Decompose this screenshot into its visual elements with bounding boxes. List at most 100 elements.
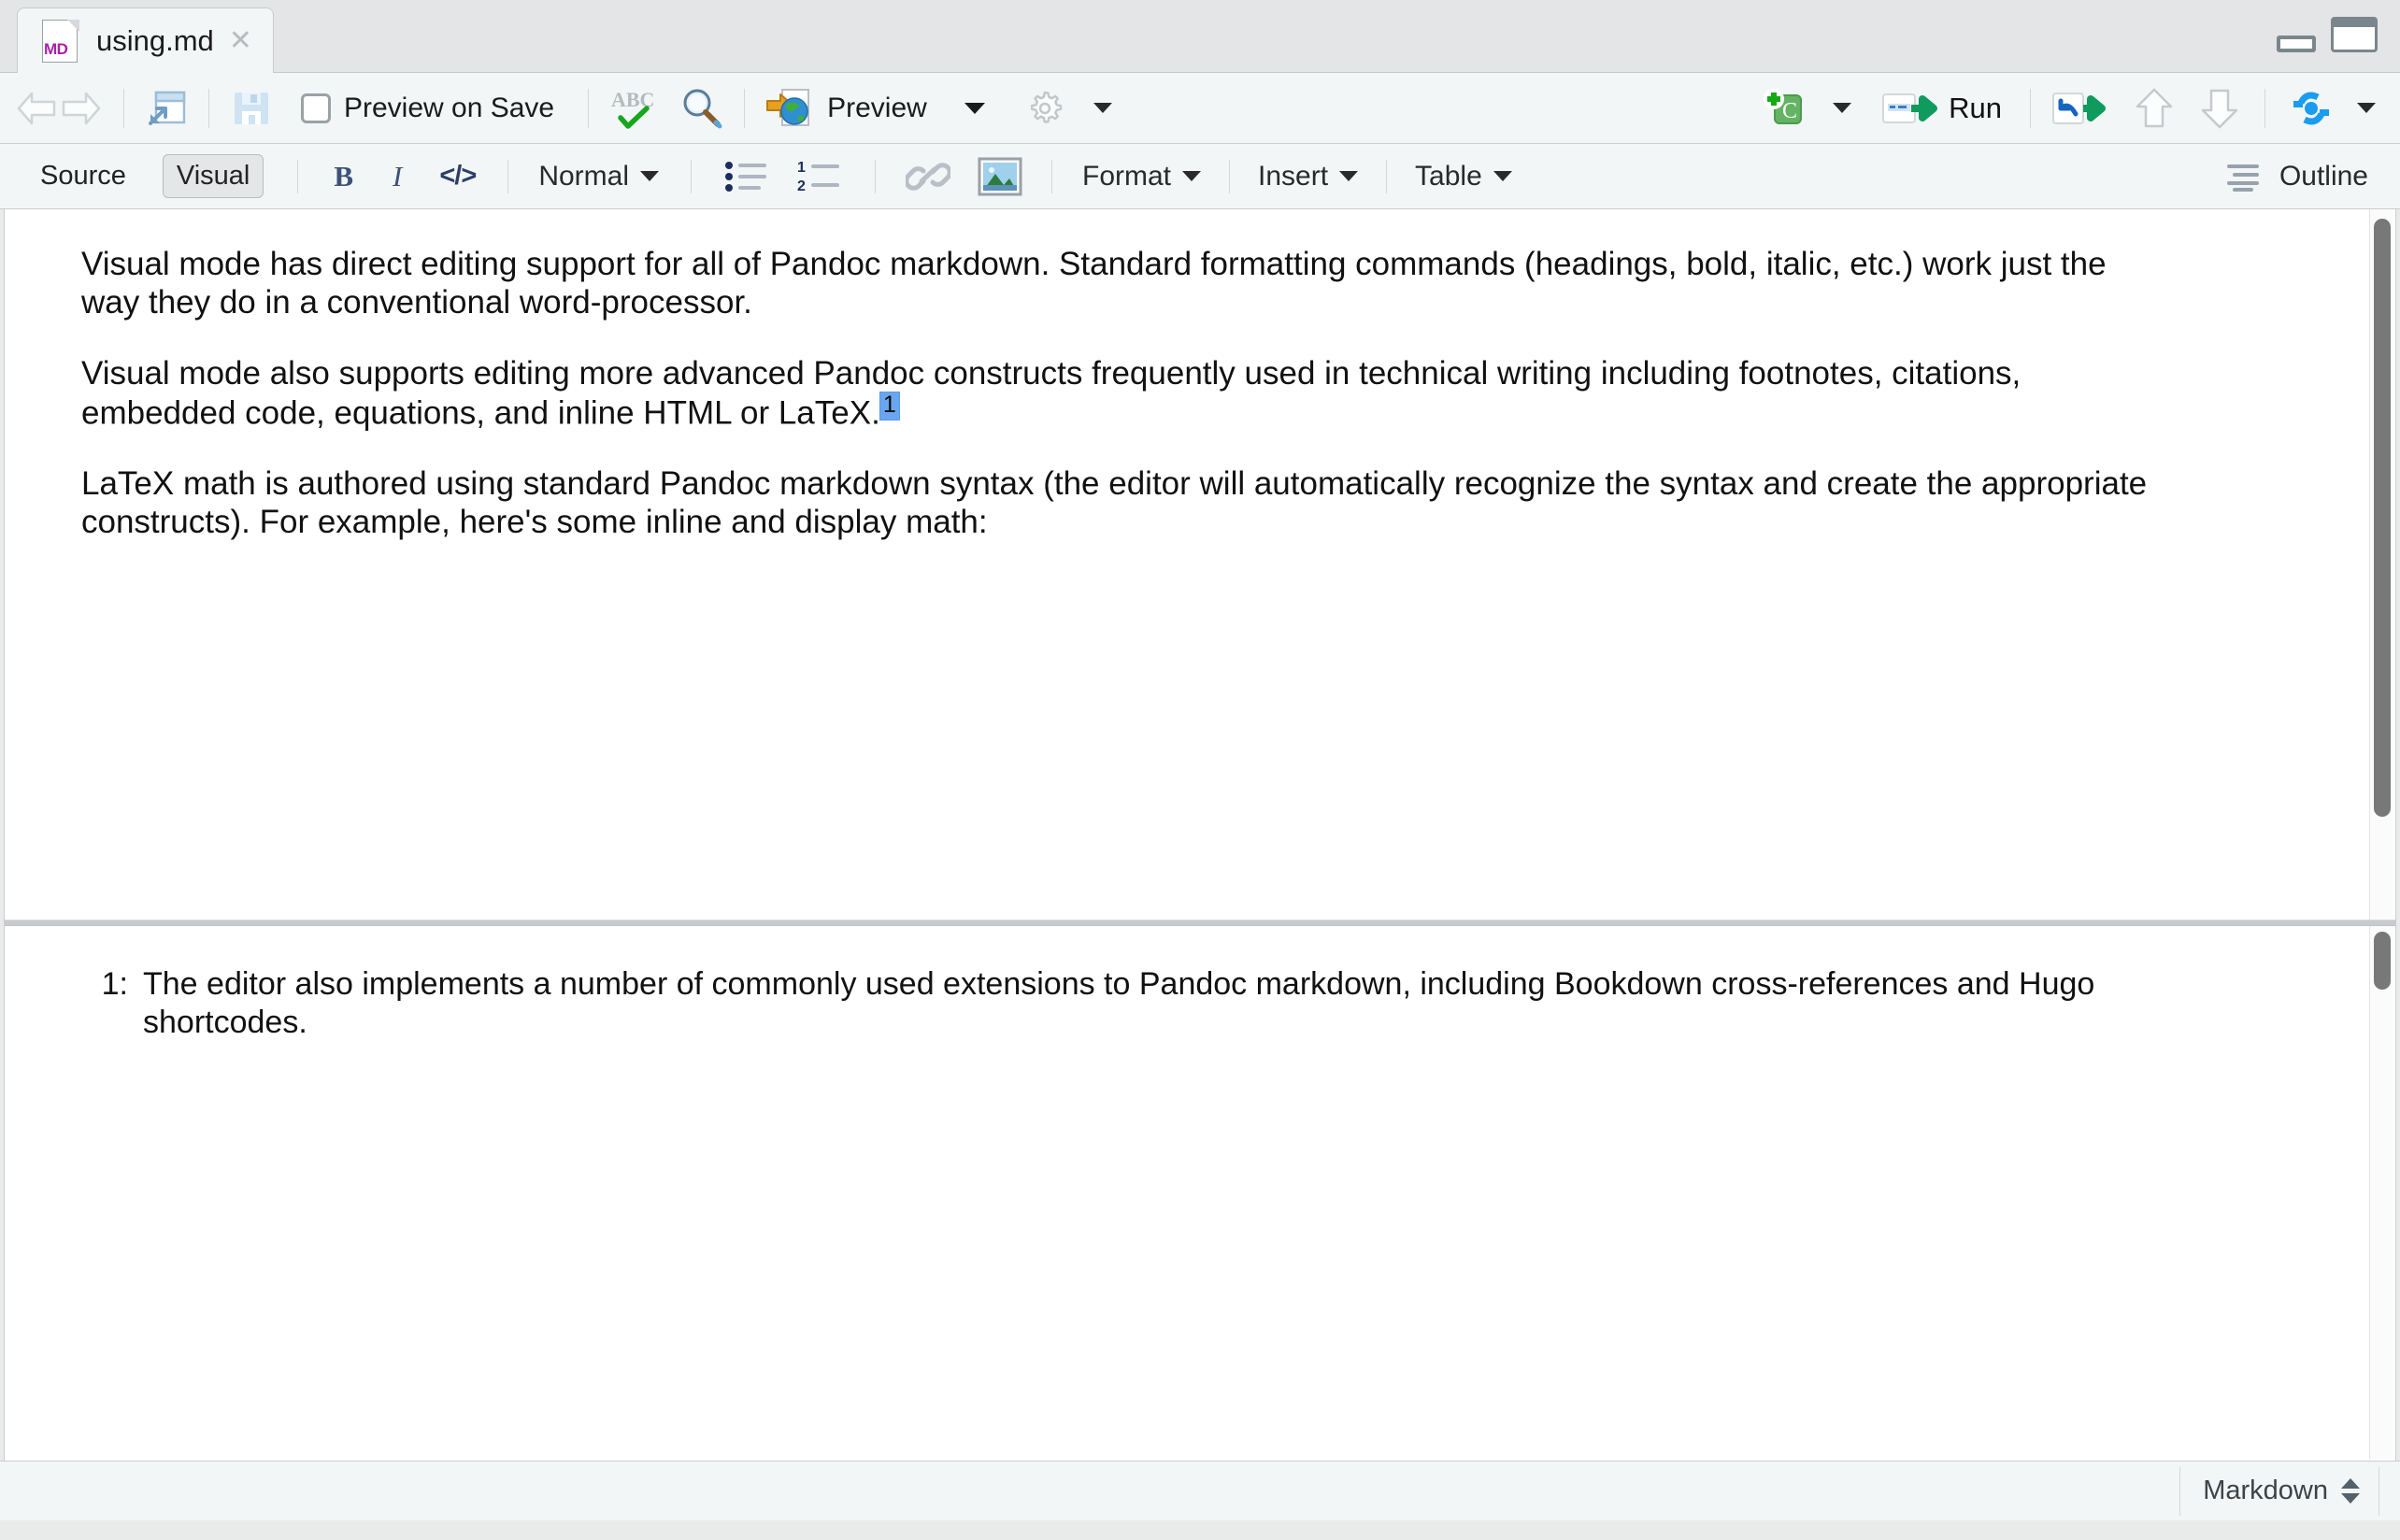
paragraph-2: Visual mode also supports editing more a… [81,354,2165,433]
run-next-chunk-icon [2199,86,2240,131]
paragraph-1: Visual mode has direct editing support f… [81,246,2107,321]
toolbar-separator [875,159,876,193]
paragraph-3: LaTeX math is authored using standard Pa… [81,464,2148,541]
markdown-badge-label: MD [44,39,68,58]
insert-chunk-icon: C [1760,86,1808,131]
publish-icon [2286,88,2336,129]
scrollbar-thumb[interactable] [2374,932,2391,990]
footnote-text: The editor also implements a number of c… [143,966,2095,1041]
insert-menu[interactable]: Insert [1258,161,1328,192]
tab-title: using.md [96,23,214,57]
run-previous-chunks-icon [2134,86,2175,131]
image-button[interactable] [977,155,1025,198]
markdown-file-icon: MD [42,19,79,63]
outline-icon [2225,160,2266,193]
svg-text:C: C [1782,99,1797,123]
outline-label: Outline [2279,161,2368,192]
insert-chunk-button[interactable]: C [1754,80,1814,136]
pane-splitter[interactable] [5,920,2395,926]
svg-text:1: 1 [797,160,806,176]
italic-button[interactable]: I [393,160,402,193]
updown-spinner-icon[interactable] [2341,1478,2360,1504]
link-button[interactable] [906,156,950,197]
block-format-dropdown[interactable]: Normal [538,161,629,192]
format-menu[interactable]: Format [1082,161,1171,192]
tab-visual-mode[interactable]: Visual [162,154,264,198]
spellcheck-button[interactable]: ABC [604,80,664,136]
chevron-down-icon[interactable] [2357,103,2376,113]
code-button[interactable]: </> [439,161,477,192]
publish-button[interactable] [2280,80,2342,136]
outline-button[interactable]: Outline [2225,144,2368,209]
chevron-down-icon[interactable] [1182,171,1202,181]
footnote-pane[interactable]: 1: The editor also implements a number o… [5,926,2395,1459]
minimize-panel-icon[interactable] [2277,36,2316,52]
run-next-chunk-button[interactable] [2193,80,2246,136]
rstudio-source-window: MD using.md ✕ Preview on Save ABC Previe… [0,0,2400,1540]
editor-area: Visual mode has direct editing support f… [4,209,2396,1461]
toolbar-separator [1051,159,1052,193]
chevron-down-icon[interactable] [1493,171,1512,181]
gear-icon [1022,86,1067,131]
back-arrow-icon[interactable] [15,90,58,127]
bold-button[interactable]: B [334,160,353,193]
preview-on-save-label: Preview on Save [344,92,555,123]
chevron-down-icon[interactable] [964,102,985,114]
toolbar-separator [2264,88,2265,128]
chevron-down-icon[interactable] [1093,103,1112,113]
numbered-list-button[interactable]: 1 2 [796,157,845,196]
window-controls [2277,17,2378,52]
find-replace-button[interactable] [673,80,729,136]
tab-bar: MD using.md ✕ [0,0,2400,73]
footnote-row: 1: The editor also implements a number o… [70,965,2283,1043]
editor-settings-button[interactable] [1017,80,1073,136]
rerun-previous-button[interactable] [2046,80,2115,136]
run-previous-chunks-button[interactable] [2128,80,2180,136]
bullet-list-button[interactable] [723,157,770,196]
toolbar-separator [691,159,692,193]
chevron-down-icon[interactable] [640,171,659,181]
chevron-down-icon[interactable] [1339,171,1359,181]
document-format-label: Markdown [2203,1476,2328,1505]
spellcheck-abc-icon: ABC [609,86,658,131]
tab-using-md[interactable]: MD using.md ✕ [17,7,274,73]
toolbar-separator [297,159,299,193]
svg-text:2: 2 [797,178,806,194]
link-icon [906,156,950,197]
show-in-new-window-icon [145,88,188,129]
tab-source-mode[interactable]: Source [26,154,140,198]
rerun-previous-icon [2051,88,2109,129]
status-bar: Markdown [0,1461,2400,1520]
run-label: Run [1949,91,2002,124]
forward-arrow-icon[interactable] [60,90,103,127]
toolbar-separator [2030,88,2031,128]
visual-editor-toolbar: Source Visual B I </> Normal 1 2 Format … [0,144,2400,209]
navigation-buttons [9,80,108,136]
numbered-list-icon: 1 2 [796,157,845,196]
document-format-selector[interactable]: Markdown [2179,1466,2379,1516]
run-icon [1881,88,1939,129]
maximize-panel-icon[interactable] [2331,17,2378,52]
footnote-scrollbar[interactable] [2369,926,2393,1459]
toolbar-separator [1386,159,1388,193]
checkbox-box[interactable] [301,93,331,123]
table-menu[interactable]: Table [1415,161,1482,192]
bullet-list-icon [723,157,770,196]
document-pane[interactable]: Visual mode has direct editing support f… [5,209,2395,920]
chevron-down-icon[interactable] [1833,103,1852,113]
scrollbar-thumb[interactable] [2374,219,2391,817]
preview-on-save-checkbox[interactable]: Preview on Save [295,80,560,136]
toolbar-separator [208,88,209,128]
footnote-marker[interactable]: 1 [879,392,899,420]
toolbar-separator [1229,159,1231,193]
toolbar-separator [744,88,746,128]
close-icon[interactable]: ✕ [229,26,252,55]
preview-button[interactable]: Preview [760,80,933,136]
save-button[interactable] [224,80,279,136]
run-button[interactable]: Run [1876,80,2007,136]
show-in-new-window-button[interactable] [139,80,193,136]
image-icon [977,155,1025,198]
document-scrollbar[interactable] [2369,209,2393,920]
find-replace-magnifier-icon [679,86,723,131]
preview-html-globe-icon [765,86,814,131]
